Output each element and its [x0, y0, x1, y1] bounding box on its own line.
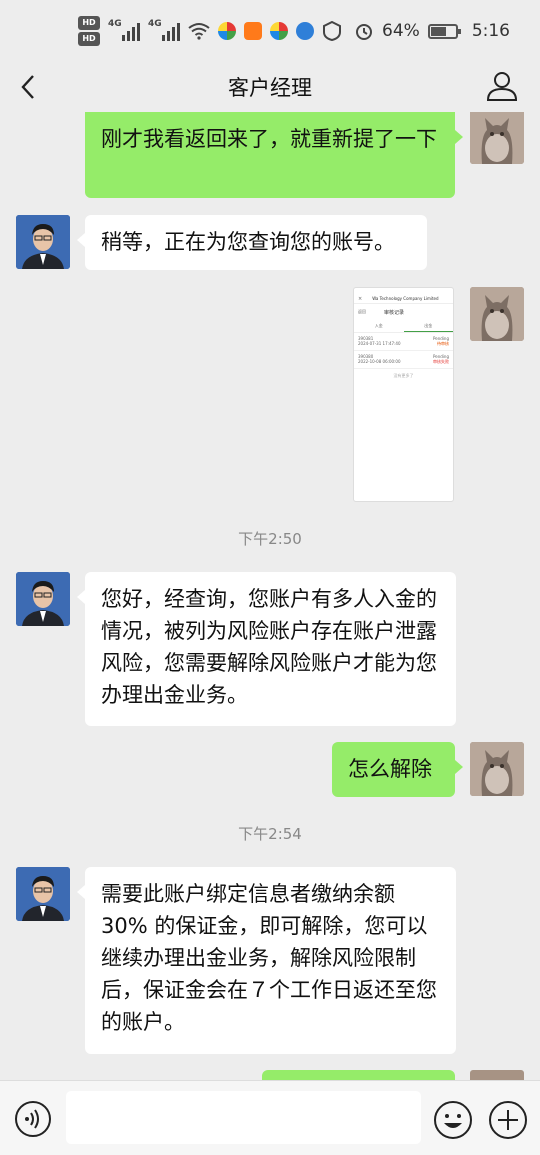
shot-company: Wa Technology Company Limited [372, 296, 439, 301]
battery-icon [427, 23, 461, 39]
shot-tab-out: 出金 [403, 323, 453, 332]
message-bubble-other[interactable]: 需要此账户绑定信息者缴纳余额30% 的保证金，即可解除，您可以继续办理出金业务，… [77, 867, 456, 1054]
app-notification-icon-2 [270, 22, 288, 40]
shot-tabs: 入金 出金 [354, 323, 453, 333]
self-avatar[interactable] [470, 742, 524, 796]
agent-photo [16, 867, 70, 921]
chat-header: 客户经理 [0, 62, 540, 112]
shot-row: 390380 2022-10-08 06:00:00 Pending 审核失败 [354, 351, 453, 369]
emoji-icon[interactable] [433, 1100, 473, 1140]
status-left: HD HD 4G 4G [78, 16, 342, 46]
timestamp: 下午2:50 [238, 530, 302, 548]
network-type-2: 4G [148, 19, 162, 29]
battery-percent: 64% [382, 21, 420, 41]
agent-avatar[interactable] [16, 867, 70, 921]
self-avatar[interactable] [470, 1070, 524, 1080]
shot-row-amount: 待审核 [437, 341, 449, 346]
shield-app-icon [323, 21, 341, 41]
plus-icon[interactable] [488, 1100, 528, 1140]
agent-avatar[interactable] [16, 572, 70, 626]
cat-photo [470, 112, 524, 164]
video-app-icon [244, 22, 262, 40]
shot-nav: 返回 审核记录 [354, 307, 453, 317]
message-bubble-self-partial[interactable] [262, 1070, 455, 1080]
self-avatar[interactable] [470, 112, 524, 164]
message-list[interactable]: 刚才我看返回来了，就重新提了一下 稍等，正在为您查询您的账号。 × Wa Tec… [0, 112, 540, 1080]
shot-company-bar: × Wa Technology Company Limited [354, 294, 453, 304]
hd-badge-1: HD [78, 16, 100, 30]
shot-row-amount: 审核失败 [433, 359, 449, 364]
message-bubble-self[interactable]: 怎么解除 [332, 742, 463, 797]
shot-footer: 没有更多了 [393, 373, 414, 378]
self-avatar[interactable] [470, 287, 524, 341]
person-icon[interactable] [484, 68, 520, 104]
message-bubble-other[interactable]: 您好，经查询，您账户有多人入金的情况，被列为风险账户存在账户泄露风险，您需要解除… [77, 572, 456, 726]
wifi-icon [188, 23, 210, 40]
agent-avatar[interactable] [16, 215, 70, 269]
shot-row: 390381 2024-07-31 17:47:40 Pending 待审核 [354, 333, 453, 351]
shot-close-icon: × [358, 295, 363, 302]
message-input[interactable] [66, 1091, 421, 1144]
signal-icon-2: 4G [148, 19, 180, 41]
input-bar [0, 1080, 540, 1155]
message-bubble-other[interactable]: 稍等，正在为您查询您的账号。 [77, 215, 427, 270]
app-notification-icon-3 [296, 22, 314, 40]
alarm-icon [356, 24, 373, 40]
hd-badge-2: HD [78, 32, 100, 46]
clock-time: 5:16 [471, 21, 510, 41]
cat-photo [470, 287, 524, 341]
hd-indicator: HD HD [78, 16, 100, 46]
status-right: 64% 5:16 [354, 21, 510, 41]
status-bar: HD HD 4G 4G 64% 5:16 [0, 0, 540, 62]
chat-title: 客户经理 [228, 76, 312, 100]
timestamp: 下午2:54 [238, 825, 302, 843]
voice-icon[interactable] [14, 1100, 52, 1138]
signal-icon-1: 4G [108, 19, 140, 41]
cat-photo [470, 742, 524, 796]
agent-photo [16, 572, 70, 626]
agent-photo [16, 215, 70, 269]
shot-tab-in: 入金 [374, 323, 383, 328]
shot-back: 返回 [358, 309, 366, 314]
shot-page-title: 审核记录 [384, 309, 405, 316]
back-arrow-icon[interactable] [14, 70, 46, 104]
message-bubble-self[interactable]: 刚才我看返回来了，就重新提了一下 [85, 112, 463, 198]
network-type-1: 4G [108, 19, 122, 29]
image-message[interactable]: × Wa Technology Company Limited 返回 审核记录 … [353, 287, 454, 502]
shot-row-date: 2024-07-31 17:47:40 [358, 341, 401, 346]
app-notification-icon-1 [218, 22, 236, 40]
